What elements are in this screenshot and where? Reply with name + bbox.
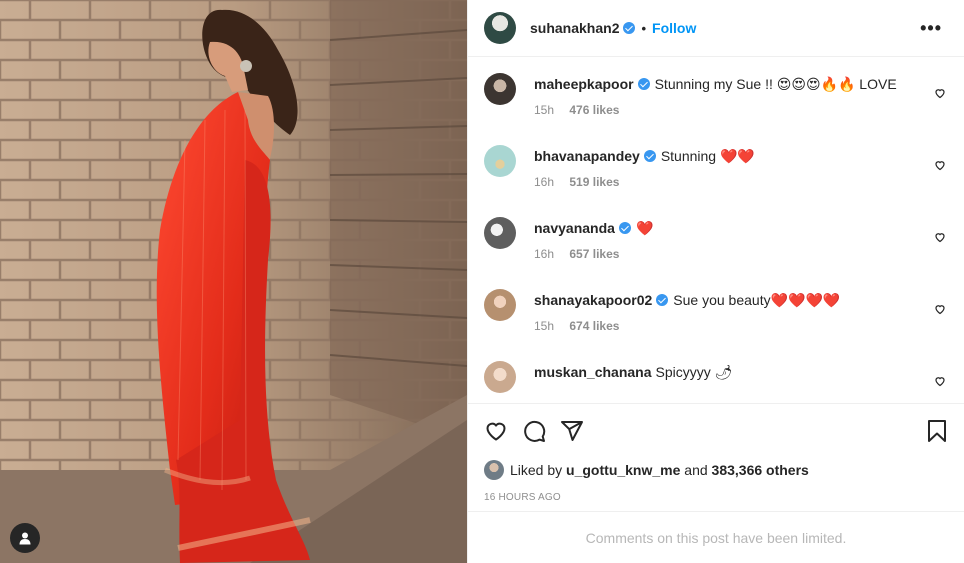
comment-text: Stunning ❤️❤️ (660, 148, 755, 164)
commenter-avatar[interactable] (484, 73, 516, 105)
comment-item: bhavanapandey Stunning ❤️❤️ 16h 519 likes (484, 137, 948, 209)
comment-item: maheepkapoor Stunning my Sue !! 😍😍😍🔥🔥 LOV… (484, 65, 948, 137)
comment-time[interactable]: 16h (534, 175, 554, 189)
commenter-avatar[interactable] (484, 361, 516, 393)
comment-item: muskan_chanana Spicyyyy 🌶 (484, 353, 948, 403)
comment-text: Spicyyyy 🌶 (655, 364, 733, 380)
liked-by-user[interactable]: u_gottu_knw_me (566, 462, 680, 478)
verified-badge-icon (656, 294, 669, 306)
commenter-username[interactable]: bhavanapandey (534, 148, 640, 164)
post-photo[interactable] (0, 0, 467, 563)
comment-text: ❤️ (635, 220, 654, 236)
commenter-avatar[interactable] (484, 289, 516, 321)
comment-item: navyananda ❤️ 16h 657 likes (484, 209, 948, 281)
liked-by-prefix: Liked by (510, 462, 563, 478)
post-header: suhanakhan2 • Follow ••• (468, 0, 964, 57)
verified-badge-icon (618, 222, 631, 234)
bookmark-icon (928, 419, 946, 442)
comment-item: shanayakapoor02 Sue you beauty❤️❤️❤️❤️ 15… (484, 281, 948, 353)
commenter-username[interactable]: navyananda (534, 220, 615, 236)
comment-like-heart-icon[interactable] (934, 159, 946, 171)
comment-time[interactable]: 16h (534, 247, 554, 261)
post-actions-bar (468, 403, 964, 457)
more-options-icon[interactable]: ••• (920, 18, 948, 39)
author-avatar[interactable] (484, 12, 516, 44)
commenter-avatar[interactable] (484, 217, 516, 249)
post-timestamp[interactable]: 16 HOURS AGO (468, 483, 964, 511)
comment-likes[interactable]: 674 likes (569, 319, 619, 333)
liked-by-others[interactable]: 383,366 others (712, 462, 809, 478)
verified-badge-icon (643, 150, 656, 162)
comments-limited-notice: Comments on this post have been limited. (468, 511, 964, 563)
comment-time[interactable]: 15h (534, 103, 554, 117)
follow-button[interactable]: Follow (652, 20, 696, 36)
liked-by-summary: Liked by u_gottu_knw_me and 383,366 othe… (468, 457, 964, 483)
comment-likes[interactable]: 476 likes (569, 103, 619, 117)
liked-by-and: and (684, 462, 708, 478)
heart-outline-icon (486, 422, 506, 441)
comment-like-heart-icon[interactable] (934, 375, 946, 387)
comment-text: Sue you beauty❤️❤️❤️❤️ (673, 292, 841, 308)
comment-likes[interactable]: 519 likes (569, 175, 619, 189)
commenter-username[interactable]: shanayakapoor02 (534, 292, 652, 308)
header-separator: • (641, 20, 647, 36)
comment-like-heart-icon[interactable] (934, 87, 946, 99)
user-tag-icon (19, 532, 31, 545)
commenter-avatar[interactable] (484, 145, 516, 177)
save-button[interactable] (926, 419, 948, 443)
comment-like-heart-icon[interactable] (934, 231, 946, 243)
commenter-username[interactable]: muskan_chanana (534, 364, 652, 380)
paper-plane-icon (561, 420, 583, 441)
share-button[interactable] (560, 419, 584, 443)
comment-likes[interactable]: 657 likes (569, 247, 619, 261)
verified-badge-icon (637, 78, 650, 90)
comment-time[interactable]: 15h (534, 319, 554, 333)
comment-bubble-icon (524, 420, 546, 442)
brick-wall-photo (0, 0, 467, 563)
comments-list: maheepkapoor Stunning my Sue !! 😍😍😍🔥🔥 LOV… (468, 57, 964, 403)
post-side-panel: suhanakhan2 • Follow ••• maheepkapoor Stu… (467, 0, 964, 563)
liker-avatar[interactable] (484, 460, 504, 480)
commenter-username[interactable]: maheepkapoor (534, 76, 634, 92)
author-username[interactable]: suhanakhan2 (530, 20, 619, 36)
comment-like-heart-icon[interactable] (934, 303, 946, 315)
like-button[interactable] (484, 419, 508, 443)
tagged-user-button[interactable] (10, 523, 40, 553)
comment-text: Stunning my Sue !! 😍😍😍🔥🔥 LOVE (654, 76, 897, 92)
verified-badge-icon (623, 22, 636, 34)
instagram-post-modal: suhanakhan2 • Follow ••• maheepkapoor Stu… (0, 0, 964, 563)
comment-button[interactable] (522, 419, 546, 443)
